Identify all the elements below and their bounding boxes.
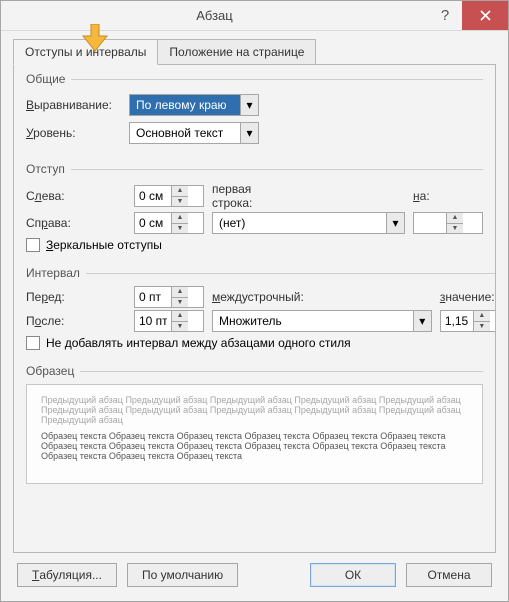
chevron-down-icon[interactable]: ▾ [386, 213, 404, 233]
spin-up-icon[interactable]: ▲ [172, 311, 188, 321]
spin-up-icon[interactable]: ▲ [172, 213, 188, 223]
preview-sample-text: Образец текста Образец текста Образец те… [41, 431, 468, 461]
spacing-after-value[interactable] [135, 311, 171, 331]
alignment-value: По левому краю [130, 95, 240, 115]
tab-position-on-page[interactable]: Положение на странице [158, 39, 316, 65]
close-button[interactable] [462, 1, 508, 30]
close-icon [480, 10, 491, 21]
preview-previous-text: Предыдущий абзац Предыдущий абзац Предыд… [41, 395, 468, 425]
indent-right-spinner[interactable]: ▲▼ [134, 212, 204, 234]
alignment-combo[interactable]: По левому краю ▾ [129, 94, 259, 116]
group-indent: Отступ Слева: ▲▼ первая строка: на: Спра… [26, 162, 483, 260]
spin-down-icon[interactable]: ▼ [172, 321, 188, 332]
spacing-before-spinner[interactable]: ▲▼ [134, 286, 204, 308]
alignment-label: Выравнивание: [26, 98, 121, 112]
no-space-same-style-label: Не добавлять интервал между абзацами одн… [46, 336, 351, 350]
group-indent-legend: Отступ [26, 162, 483, 176]
chevron-down-icon[interactable]: ▾ [240, 123, 258, 143]
level-combo[interactable]: Основной текст ▾ [129, 122, 259, 144]
spin-down-icon[interactable]: ▼ [447, 223, 463, 234]
indent-by-value[interactable] [414, 213, 446, 233]
spin-down-icon[interactable]: ▼ [172, 297, 188, 308]
spacing-at-spinner[interactable]: ▲▼ [440, 310, 496, 332]
group-general-legend: Общие [26, 72, 483, 86]
line-spacing-combo[interactable]: Множитель ▾ [212, 310, 432, 332]
spacing-before-value[interactable] [135, 287, 171, 307]
first-line-combo[interactable]: (нет) ▾ [212, 212, 405, 234]
mirror-indents-label: Зеркальные отступы [46, 238, 162, 252]
level-value: Основной текст [130, 123, 240, 143]
help-button[interactable]: ? [428, 1, 462, 30]
first-line-label: первая строка: [212, 182, 277, 210]
indent-by-spinner[interactable]: ▲▼ [413, 212, 483, 234]
spacing-at-value[interactable] [441, 311, 473, 331]
line-spacing-label: междустрочный: [212, 290, 304, 304]
spin-up-icon[interactable]: ▲ [172, 287, 188, 297]
spacing-after-label: После: [26, 314, 64, 328]
preview-box: Предыдущий абзац Предыдущий абзац Предыд… [26, 384, 483, 484]
chevron-down-icon[interactable]: ▾ [240, 95, 258, 115]
dialog-footer: Табуляция... По умолчанию ОК Отмена [13, 553, 496, 589]
level-label: Уровень: [26, 126, 121, 140]
no-space-same-style-checkbox[interactable] [26, 336, 40, 350]
group-general: Общие Выравнивание: По левому краю ▾ Уро… [26, 72, 483, 156]
spin-down-icon[interactable]: ▼ [172, 223, 188, 234]
group-preview-legend: Образец [26, 364, 483, 378]
mirror-indents-checkbox[interactable] [26, 238, 40, 252]
tabs-button[interactable]: Табуляция... [17, 563, 117, 587]
indent-left-value[interactable] [135, 186, 171, 206]
titlebar: Абзац ? [1, 1, 508, 31]
group-spacing: Интервал Перед: ▲▼ междустрочный: значен… [26, 266, 496, 358]
spin-up-icon[interactable]: ▲ [447, 213, 463, 223]
indent-left-label: Слева: [26, 189, 65, 203]
tutorial-arrow-icon [82, 24, 108, 52]
group-spacing-legend: Интервал [26, 266, 496, 280]
dialog-body: Отступы и интервалы Положение на страниц… [1, 31, 508, 601]
window-title: Абзац [1, 1, 428, 30]
spin-up-icon[interactable]: ▲ [172, 186, 188, 196]
line-spacing-value: Множитель [213, 311, 413, 331]
indent-right-label: Справа: [26, 216, 71, 230]
spin-down-icon[interactable]: ▼ [172, 196, 188, 207]
indent-left-spinner[interactable]: ▲▼ [134, 185, 204, 207]
group-preview: Образец Предыдущий абзац Предыдущий абза… [26, 364, 483, 540]
chevron-down-icon[interactable]: ▾ [413, 311, 431, 331]
spacing-before-label: Перед: [26, 290, 65, 304]
spin-up-icon[interactable]: ▲ [474, 311, 490, 321]
first-line-value: (нет) [213, 213, 386, 233]
spin-down-icon[interactable]: ▼ [474, 321, 490, 332]
spacing-at-label: значение: [440, 290, 496, 304]
set-default-button[interactable]: По умолчанию [127, 563, 238, 587]
indent-by-label: на: [413, 189, 483, 203]
indent-right-value[interactable] [135, 213, 171, 233]
ok-button[interactable]: ОК [310, 563, 396, 587]
dialog-window: Абзац ? Отступы и интервалы Положение на… [0, 0, 509, 602]
tab-panel: Общие Выравнивание: По левому краю ▾ Уро… [13, 64, 496, 553]
cancel-button[interactable]: Отмена [406, 563, 492, 587]
spacing-after-spinner[interactable]: ▲▼ [134, 310, 204, 332]
